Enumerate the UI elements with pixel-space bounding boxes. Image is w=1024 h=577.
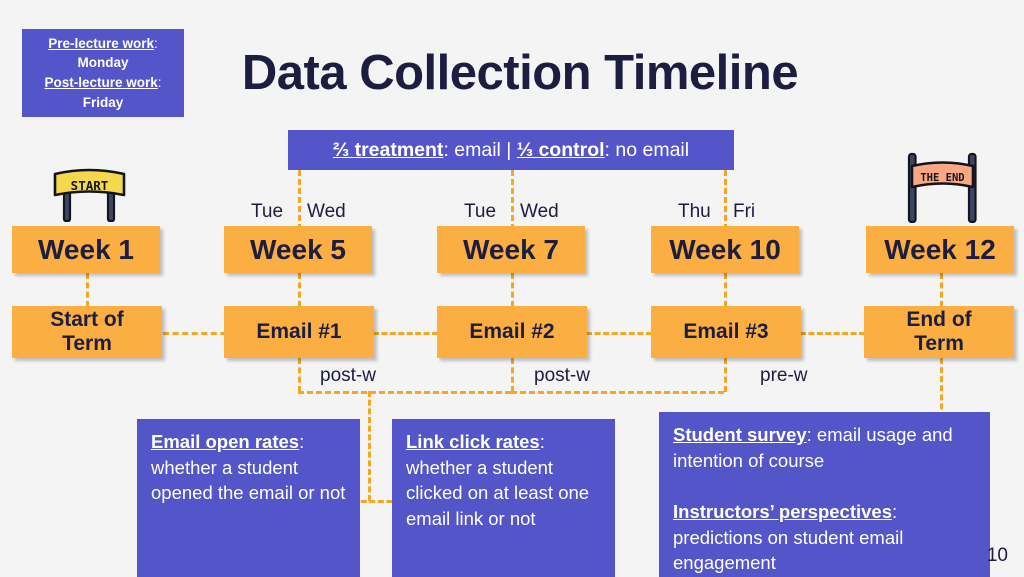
measure-text-email-open-rates: Email open rates: whether a student open… <box>151 429 348 506</box>
legend-pre-value: Monday <box>77 55 129 71</box>
legend-pre-label: Pre-lecture work <box>48 35 155 51</box>
measure-text-instructors-perspectives: Instructors’ perspectives: predictions o… <box>673 499 978 576</box>
measure-colon-1: : <box>539 431 545 452</box>
banner-separator: | <box>500 138 517 161</box>
dashed-line-week1-to-start <box>86 273 89 307</box>
dashed-line-week7-to-email2 <box>511 273 514 307</box>
control-value: : no email <box>604 138 690 161</box>
measure-colon-3: : <box>892 501 898 522</box>
measure-box-link-click-rates: Link click rates: whether a student clic… <box>392 419 615 577</box>
treatment-control-banner: ⅔ treatment: email | ⅓ control: no email <box>288 130 734 170</box>
measure-title-student-survey: Student survey <box>673 424 807 445</box>
treatment-banner-text: ⅔ treatment: email | ⅓ control: no email <box>333 139 689 162</box>
dashed-line-email3-to-end <box>800 332 865 335</box>
measure-colon-0: : <box>299 431 305 452</box>
treatment-label: ⅔ treatment <box>332 138 444 161</box>
treatment-value: : email <box>443 138 501 161</box>
dashed-line-week5-to-email1 <box>298 273 301 307</box>
day-label-week10-right: Fri <box>733 201 756 222</box>
day-label-week10-left: Thu <box>678 201 711 222</box>
dashed-line-to-measures <box>368 391 371 501</box>
event-box-end-of-term[interactable]: End of Term <box>864 306 1014 358</box>
measure-body-instructors-perspectives: predictions on student email engagement <box>673 526 904 574</box>
event-box-email-1[interactable]: Email #1 <box>224 306 374 358</box>
dashed-bracket1-bottom <box>298 391 511 394</box>
measure-title-link-click-rates: Link click rates <box>406 431 540 452</box>
page-title: Data Collection Timeline <box>241 46 799 100</box>
the-end-sign-label: THE END <box>920 172 964 184</box>
day-label-week5-right: Wed <box>307 201 346 222</box>
event-box-start-of-term[interactable]: Start of Term <box>12 306 162 358</box>
dashed-line-email2-to-email3 <box>586 332 652 335</box>
measure-text-link-click-rates: Link click rates: whether a student clic… <box>406 429 603 531</box>
dashed-bracket2-bottom <box>511 391 724 394</box>
legend-post-line: Post-lecture work: <box>44 73 161 93</box>
connector-label-post-w-1: post-w <box>320 365 376 386</box>
event-box-email-2[interactable]: Email #2 <box>437 306 587 358</box>
measure-body-email-open-rates: whether a student opened the email or no… <box>151 456 346 504</box>
control-label: ⅓ control <box>516 138 605 161</box>
week-box-5[interactable]: Week 5 <box>224 226 372 273</box>
day-label-week5-left: Tue <box>251 201 284 222</box>
measure-body-link-click-rates: whether a student clicked on at least on… <box>406 456 590 529</box>
legend-post-colon: : <box>157 75 162 90</box>
week-box-7[interactable]: Week 7 <box>437 226 585 273</box>
start-sign-icon: START <box>47 165 132 223</box>
dashed-line-email1-to-email2 <box>373 332 438 335</box>
measure-text-student-survey: Student survey: email usage and intentio… <box>673 422 978 473</box>
legend-post-value: Friday <box>82 94 124 110</box>
day-label-week7-right: Wed <box>520 201 559 222</box>
week-box-12[interactable]: Week 12 <box>866 226 1014 273</box>
legend-pre-colon: : <box>154 35 158 51</box>
dashed-line-week12-to-end <box>940 273 943 307</box>
slide-canvas: Data Collection Timeline Pre-lecture wor… <box>0 0 1024 577</box>
lecture-work-legend: Pre-lecture work: Monday Post-lecture wo… <box>22 29 184 117</box>
event-box-email-3[interactable]: Email #3 <box>651 306 801 358</box>
dashed-bracket1-right <box>511 358 514 392</box>
measure-title-email-open-rates: Email open rates <box>151 431 300 452</box>
measure-box-email-open-rates: Email open rates: whether a student open… <box>137 419 360 577</box>
page-number: 10 <box>986 545 1008 566</box>
measure-box-instructors-perspectives: Instructors’ perspectives: predictions o… <box>659 489 990 577</box>
measure-box-student-survey: Student survey: email usage and intentio… <box>659 412 990 495</box>
week-box-10[interactable]: Week 10 <box>651 226 799 273</box>
connector-label-pre-w: pre-w <box>760 365 808 386</box>
start-sign-label: START <box>71 178 109 193</box>
day-label-week7-left: Tue <box>464 201 497 222</box>
dashed-line-week10-to-email3 <box>724 273 727 307</box>
connector-label-post-w-2: post-w <box>534 365 590 386</box>
week-box-1[interactable]: Week 1 <box>12 226 160 273</box>
dashed-bracket1-left <box>298 358 301 392</box>
legend-pre-line: Pre-lecture work: <box>48 34 158 54</box>
dashed-bracket2-right <box>724 358 727 392</box>
the-end-sign-icon: THE END <box>899 150 987 224</box>
legend-post-label: Post-lecture work <box>44 75 158 90</box>
measure-title-instructors-perspectives: Instructors’ perspectives <box>673 501 893 522</box>
